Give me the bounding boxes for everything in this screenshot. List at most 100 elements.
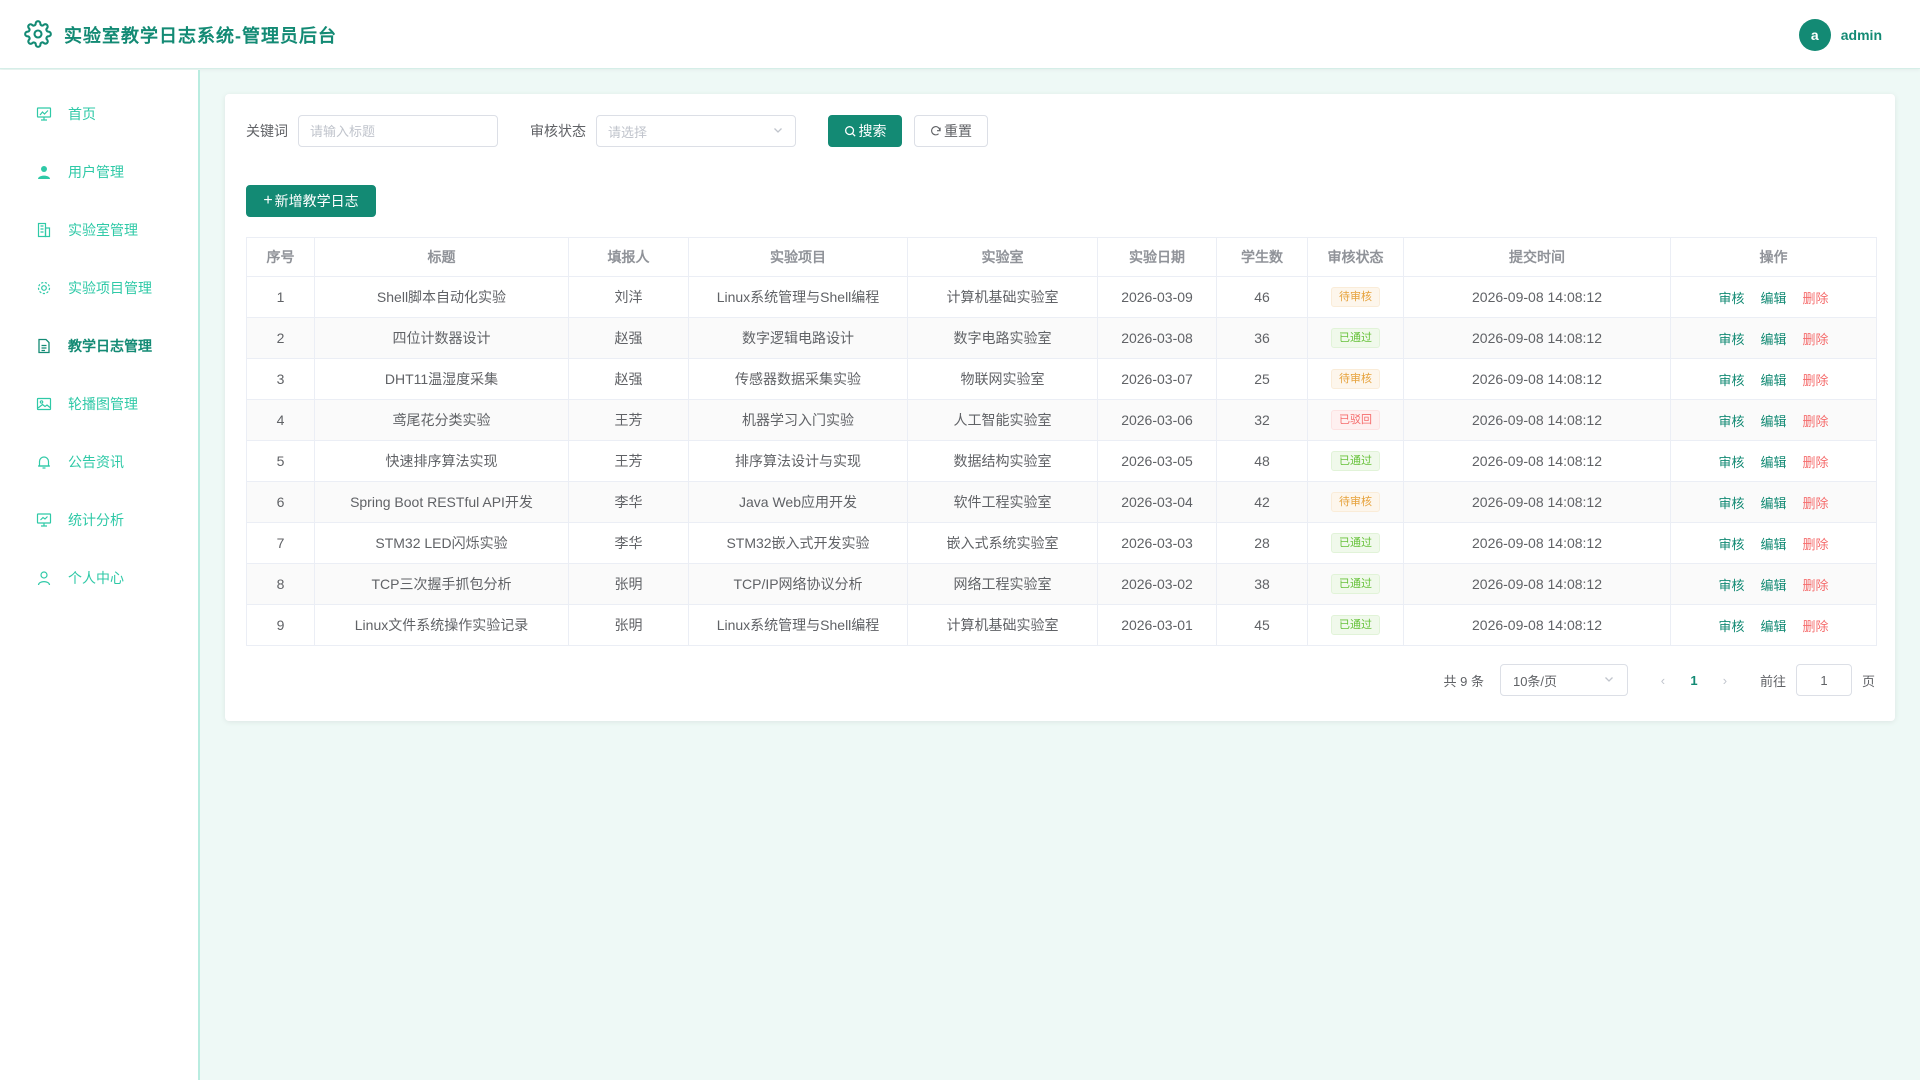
project-name: 排序算法设计与实现 xyxy=(688,440,908,482)
status-badge: 已通过 xyxy=(1331,574,1380,594)
sidebar-item-label: 轮播图管理 xyxy=(68,396,138,412)
edit-button[interactable]: 编辑 xyxy=(1760,578,1786,593)
edit-button[interactable]: 编辑 xyxy=(1760,455,1786,470)
project-name: Java Web应用开发 xyxy=(688,481,908,523)
avatar[interactable]: a xyxy=(1798,19,1831,51)
actions-cell: 审核 编辑 删除 xyxy=(1670,481,1877,523)
table-row: 2 四位计数器设计 赵强 数字逻辑电路设计 数字电路实验室 2026-03-08 36 已通过… xyxy=(246,317,1877,359)
row-number: 1 xyxy=(246,276,315,318)
review-button[interactable]: 审核 xyxy=(1718,578,1744,593)
sidebar-item-person[interactable]: 个人中心 xyxy=(0,549,198,607)
page-size-select[interactable]: 10条/页 xyxy=(1499,664,1628,696)
review-button[interactable]: 审核 xyxy=(1718,373,1744,388)
sidebar-item-user[interactable]: 用户管理 xyxy=(0,143,198,201)
keyword-input[interactable] xyxy=(298,115,498,147)
reset-button[interactable]: 重置 xyxy=(914,115,988,147)
log-title: DHT11温湿度采集 xyxy=(314,358,569,400)
user-icon xyxy=(36,164,52,180)
chevron-down-icon xyxy=(772,124,784,139)
user-menu[interactable]: a admin xyxy=(1798,19,1882,51)
column-header: 填报人 xyxy=(568,237,689,277)
status-select[interactable]: 请选择 xyxy=(596,115,796,147)
status-cell: 待审核 xyxy=(1307,358,1404,400)
sidebar-item-label: 用户管理 xyxy=(68,164,124,180)
column-header: 提交时间 xyxy=(1403,237,1671,277)
edit-button[interactable]: 编辑 xyxy=(1760,496,1786,511)
actions-cell: 审核 编辑 删除 xyxy=(1670,604,1877,646)
edit-button[interactable]: 编辑 xyxy=(1760,291,1786,306)
experiment-date: 2026-03-04 xyxy=(1097,481,1217,523)
edit-button[interactable]: 编辑 xyxy=(1760,414,1786,429)
delete-button[interactable]: 删除 xyxy=(1803,496,1829,511)
review-button[interactable]: 审核 xyxy=(1718,414,1744,429)
edit-button[interactable]: 编辑 xyxy=(1760,332,1786,347)
gear-icon xyxy=(36,280,52,296)
delete-button[interactable]: 删除 xyxy=(1803,332,1829,347)
gear-logo-icon xyxy=(24,20,52,48)
edit-button[interactable]: 编辑 xyxy=(1760,619,1786,634)
edit-button[interactable]: 编辑 xyxy=(1760,537,1786,552)
reporter-name: 刘洋 xyxy=(568,276,689,318)
prev-page-icon[interactable]: ‹ xyxy=(1652,673,1674,688)
log-title: 快速排序算法实现 xyxy=(314,440,569,482)
page-number[interactable]: 1 xyxy=(1674,673,1714,688)
lab-name: 物联网实验室 xyxy=(907,358,1098,400)
review-button[interactable]: 审核 xyxy=(1718,619,1744,634)
submitted-time: 2026-09-08 14:08:12 xyxy=(1403,358,1671,400)
username[interactable]: admin xyxy=(1841,27,1882,43)
sidebar-item-building[interactable]: 实验室管理 xyxy=(0,201,198,259)
table-row: 5 快速排序算法实现 王芳 排序算法设计与实现 数据结构实验室 2026-03-05 48 已… xyxy=(246,440,1877,482)
student-count: 25 xyxy=(1216,358,1308,400)
delete-button[interactable]: 删除 xyxy=(1803,619,1829,634)
status-cell: 已通过 xyxy=(1307,440,1404,482)
column-header: 实验项目 xyxy=(688,237,908,277)
column-header: 标题 xyxy=(314,237,569,277)
status-cell: 已通过 xyxy=(1307,522,1404,564)
project-name: Linux系统管理与Shell编程 xyxy=(688,276,908,318)
reporter-name: 赵强 xyxy=(568,358,689,400)
pagination: 共 9 条 10条/页 ‹ 1 › 前往 页 xyxy=(1444,664,1875,696)
sidebar-item-gear[interactable]: 实验项目管理 xyxy=(0,259,198,317)
reporter-name: 王芳 xyxy=(568,440,689,482)
reporter-name: 赵强 xyxy=(568,317,689,359)
delete-button[interactable]: 删除 xyxy=(1803,373,1829,388)
delete-button[interactable]: 删除 xyxy=(1803,455,1829,470)
sidebar-item-label: 实验项目管理 xyxy=(68,280,152,296)
delete-button[interactable]: 删除 xyxy=(1803,414,1829,429)
edit-button[interactable]: 编辑 xyxy=(1760,373,1786,388)
table-row: 1 Shell脚本自动化实验 刘洋 Linux系统管理与Shell编程 计算机基础实验室… xyxy=(246,276,1877,318)
sidebar-item-label: 个人中心 xyxy=(68,570,124,586)
review-button[interactable]: 审核 xyxy=(1718,537,1744,552)
reporter-name: 张明 xyxy=(568,563,689,605)
building-icon xyxy=(36,222,52,238)
lab-name: 数字电路实验室 xyxy=(907,317,1098,359)
delete-button[interactable]: 删除 xyxy=(1803,578,1829,593)
goto-page-input[interactable] xyxy=(1795,664,1852,696)
status-badge: 已通过 xyxy=(1331,451,1380,471)
image-icon xyxy=(36,396,52,412)
delete-button[interactable]: 删除 xyxy=(1803,291,1829,306)
delete-button[interactable]: 删除 xyxy=(1803,537,1829,552)
monitor-icon xyxy=(36,512,52,528)
search-button[interactable]: 搜索 xyxy=(828,115,902,147)
bell-icon xyxy=(36,454,52,470)
page-size-value: 10条/页 xyxy=(1512,673,1558,689)
column-header: 学生数 xyxy=(1216,237,1308,277)
actions-cell: 审核 编辑 删除 xyxy=(1670,358,1877,400)
sidebar-item-monitor[interactable]: 统计分析 xyxy=(0,491,198,549)
status-badge: 已通过 xyxy=(1331,328,1380,348)
sidebar-item-chart[interactable]: 首页 xyxy=(0,85,198,143)
review-button[interactable]: 审核 xyxy=(1718,455,1744,470)
table-row: 7 STM32 LED闪烁实验 李华 STM32嵌入式开发实验 嵌入式系统实验室 2026… xyxy=(246,522,1877,564)
sidebar-item-image[interactable]: 轮播图管理 xyxy=(0,375,198,433)
project-name: TCP/IP网络协议分析 xyxy=(688,563,908,605)
sidebar-item-bell[interactable]: 公告资讯 xyxy=(0,433,198,491)
add-log-button[interactable]: + 新增教学日志 xyxy=(246,185,376,217)
review-button[interactable]: 审核 xyxy=(1718,291,1744,306)
review-button[interactable]: 审核 xyxy=(1718,496,1744,511)
review-button[interactable]: 审核 xyxy=(1718,332,1744,347)
student-count: 42 xyxy=(1216,481,1308,523)
sidebar-item-document[interactable]: 教学日志管理 xyxy=(0,317,198,375)
next-page-icon[interactable]: › xyxy=(1714,673,1736,688)
status-badge: 待审核 xyxy=(1331,287,1380,307)
